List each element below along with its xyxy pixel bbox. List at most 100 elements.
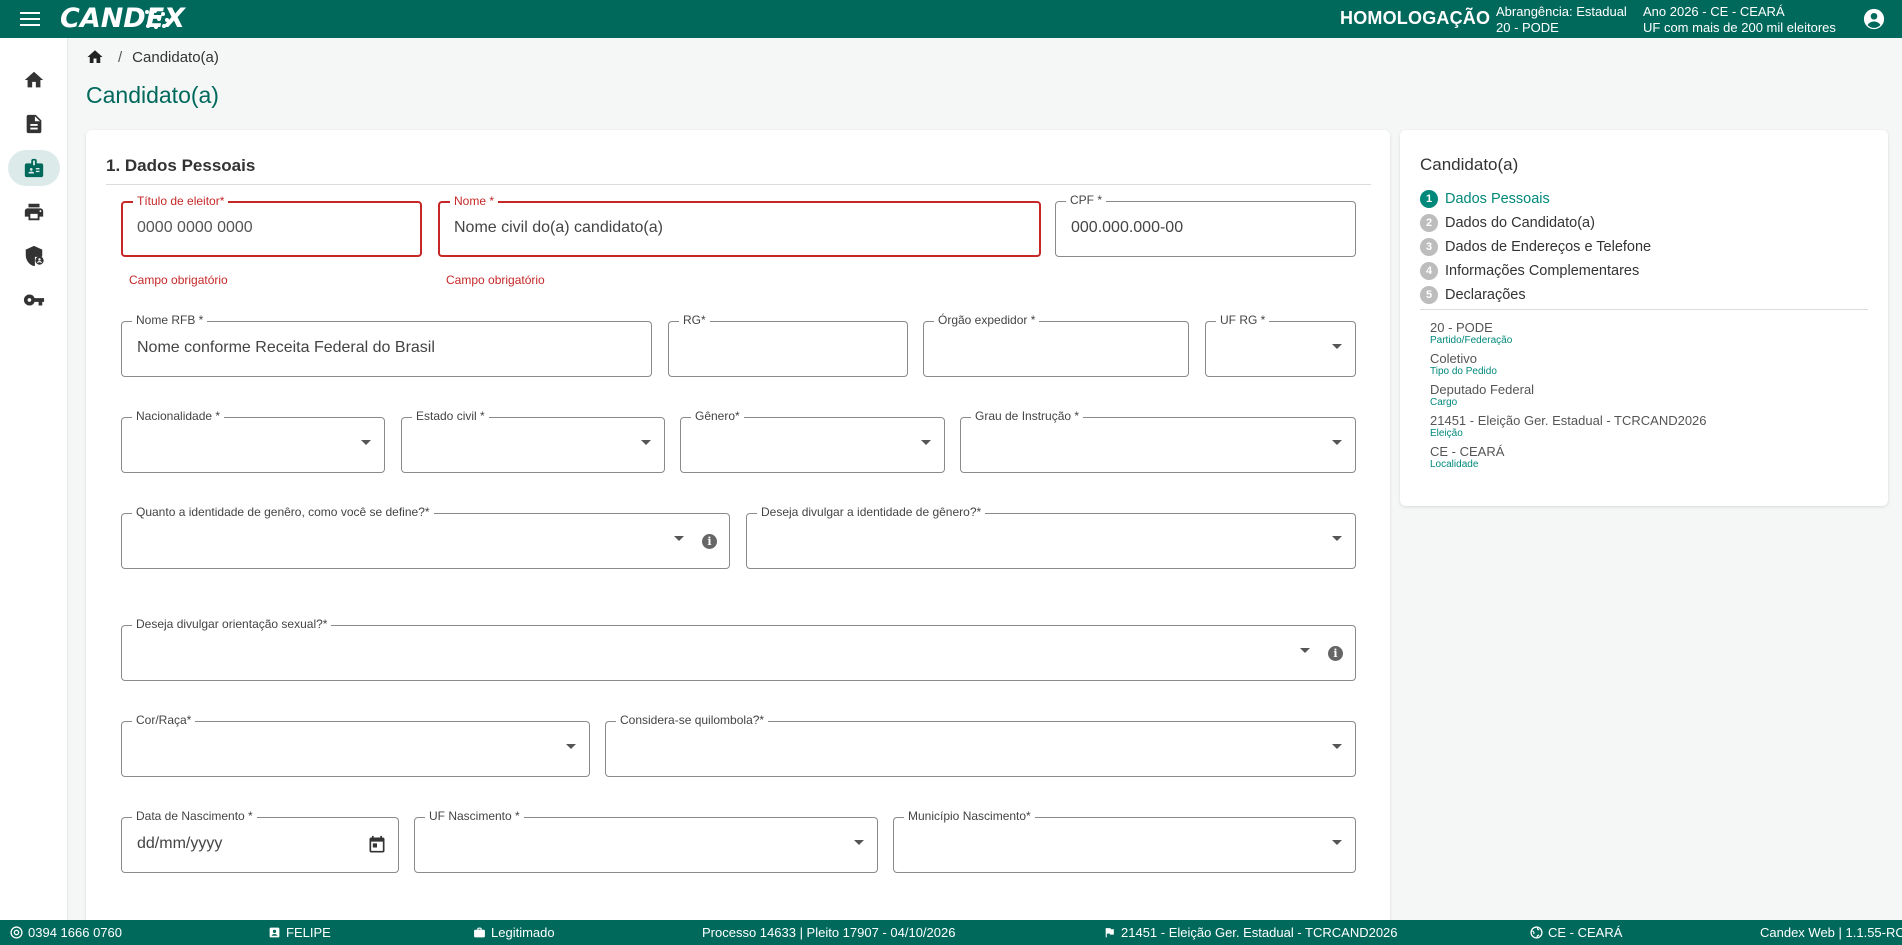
chevron-down-icon <box>566 744 576 749</box>
step-number: 4 <box>1420 262 1438 280</box>
nav-access[interactable] <box>8 282 60 318</box>
uf-nascimento-select[interactable]: UF Nascimento * <box>414 809 878 873</box>
step-dados-candidato[interactable]: 2 Dados do Candidato(a) <box>1420 212 1595 234</box>
abrangencia-line1: Abrangência: Estadual <box>1496 4 1627 19</box>
section-divider <box>106 184 1371 185</box>
info-value: 20 - PODE <box>1430 320 1493 335</box>
estado-civil-select[interactable]: Estado civil * <box>401 409 665 473</box>
uf-rg-select[interactable]: UF RG * <box>1205 313 1356 377</box>
chevron-down-icon <box>1332 440 1342 445</box>
breadcrumb-home-icon[interactable] <box>86 48 104 66</box>
top-bar: CANDEX HOMOLOGAÇÃO Abrangência: Estadual… <box>0 0 1902 38</box>
cpf-input[interactable]: CPF * 000.000.000-00 <box>1055 193 1356 257</box>
nome-label: Nome * <box>450 194 499 208</box>
ano-line2: UF com mais de 200 mil eleitores <box>1643 20 1836 35</box>
key-icon <box>23 294 45 306</box>
rg-input[interactable]: RG* <box>668 313 908 377</box>
nacionalidade-label: Nacionalidade * <box>132 409 225 423</box>
divulgar-orientacao-select[interactable]: Deseja divulgar orientação sexual?* i <box>121 617 1356 681</box>
chevron-down-icon <box>361 440 371 445</box>
nome-input[interactable]: Nome * Nome civil do(a) candidato(a) <box>438 194 1041 257</box>
info-key: Localidade <box>1430 459 1479 470</box>
data-nascimento-input[interactable]: Data de Nascimento * dd/mm/yyyy <box>121 809 399 873</box>
status-footer: 0394 1666 0760 FELIPE Legitimado Process… <box>0 920 1902 945</box>
breadcrumb: / Candidato(a) <box>86 48 219 66</box>
briefcase-icon <box>474 927 485 938</box>
rg-label: RG* <box>679 313 710 327</box>
municipio-nascimento-select[interactable]: Município Nascimento* <box>893 809 1356 873</box>
step-label: Dados do Candidato(a) <box>1445 215 1595 231</box>
nav-candidate[interactable] <box>8 150 60 186</box>
user-badge-icon <box>269 927 280 938</box>
orgao-expedidor-label: Órgão expedidor * <box>934 313 1040 327</box>
support-icon <box>10 926 23 939</box>
shield-user-icon <box>25 245 44 267</box>
step-label: Informações Complementares <box>1445 263 1640 279</box>
nav-security[interactable] <box>8 238 60 274</box>
municipio-nascimento-label: Município Nascimento* <box>904 809 1035 823</box>
account-circle-icon[interactable] <box>1863 8 1885 30</box>
grau-instrucao-select[interactable]: Grau de Instrução * <box>960 409 1356 473</box>
chevron-down-icon <box>1332 744 1342 749</box>
nav-documents[interactable] <box>8 106 60 142</box>
footer-version-text: Candex Web | 1.1.55-RC <box>1760 925 1902 940</box>
footer-user: FELIPE <box>268 925 331 940</box>
uf-rg-label: UF RG * <box>1216 313 1270 327</box>
chevron-down-icon <box>641 440 651 445</box>
orgao-expedidor-input[interactable]: Órgão expedidor * <box>923 313 1189 377</box>
ano-line1: Ano 2026 - CE - CEARÁ <box>1643 4 1785 19</box>
footer-eleicao: 21451 - Eleição Ger. Estadual - TCRCAND2… <box>1103 925 1398 940</box>
step-dados-pessoais[interactable]: 1 Dados Pessoais <box>1420 188 1550 210</box>
info-partido: 20 - PODE Partido/Federação <box>1430 320 1512 346</box>
step-declaracoes[interactable]: 5 Declarações <box>1420 284 1526 306</box>
nome-rfb-label: Nome RFB * <box>132 313 208 327</box>
info-icon[interactable]: i <box>702 534 717 549</box>
step-label: Declarações <box>1445 287 1526 303</box>
titulo-eleitor-label: Título de eleitor* <box>133 194 229 208</box>
personal-data-form-card: 1. Dados Pessoais Título de eleitor* 000… <box>86 130 1390 930</box>
titulo-eleitor-input[interactable]: Título de eleitor* 0000 0000 0000 <box>121 194 422 257</box>
step-label: Dados de Endereços e Telefone <box>1445 239 1652 255</box>
globe-icon <box>1530 926 1543 939</box>
nav-print[interactable] <box>8 194 60 230</box>
footer-user-text: FELIPE <box>286 925 331 940</box>
candidate-badge-icon <box>24 158 44 178</box>
nome-placeholder: Nome civil do(a) candidato(a) <box>454 219 663 236</box>
info-eleicao: 21451 - Eleição Ger. Estadual - TCRCAND2… <box>1430 413 1707 439</box>
chevron-down-icon <box>921 440 931 445</box>
titulo-eleitor-error: Campo obrigatório <box>129 273 228 287</box>
nav-home[interactable] <box>8 62 60 98</box>
calendar-icon[interactable] <box>367 835 387 855</box>
cpf-label: CPF * <box>1066 193 1107 207</box>
breadcrumb-current: Candidato(a) <box>132 48 219 66</box>
step-number: 5 <box>1420 286 1438 304</box>
chevron-down-icon <box>674 536 684 541</box>
divulgar-identidade-label: Deseja divulgar a identidade de gênero?* <box>757 505 986 519</box>
step-enderecos-telefone[interactable]: 3 Dados de Endereços e Telefone <box>1420 236 1651 258</box>
home-icon <box>24 71 44 88</box>
step-number: 2 <box>1420 214 1438 232</box>
printer-icon <box>24 203 44 221</box>
step-informacoes-complementares[interactable]: 4 Informações Complementares <box>1420 260 1639 282</box>
environment-label: HOMOLOGAÇÃO <box>1340 8 1491 28</box>
cor-raca-select[interactable]: Cor/Raça* <box>121 713 590 777</box>
footer-localidade: CE - CEARÁ <box>1530 925 1622 940</box>
nacionalidade-select[interactable]: Nacionalidade * <box>121 409 385 473</box>
quilombola-select[interactable]: Considera-se quilombola?* <box>605 713 1356 777</box>
flag-icon <box>1105 928 1114 938</box>
estado-civil-label: Estado civil * <box>412 409 489 423</box>
divulgar-identidade-select[interactable]: Deseja divulgar a identidade de gênero?* <box>746 505 1356 569</box>
identidade-genero-select[interactable]: Quanto a identidade de genêro, como você… <box>121 505 730 569</box>
chevron-down-icon <box>1332 840 1342 845</box>
footer-processo: Processo 14633 | Pleito 17907 - 04/10/20… <box>702 925 955 940</box>
genero-select[interactable]: Gênero* <box>680 409 945 473</box>
info-icon[interactable]: i <box>1328 646 1343 661</box>
nome-rfb-input[interactable]: Nome RFB * Nome conforme Receita Federal… <box>121 313 652 377</box>
section-title: 1. Dados Pessoais <box>106 156 256 175</box>
uf-nascimento-label: UF Nascimento * <box>425 809 524 823</box>
footer-phone: 0394 1666 0760 <box>10 925 122 940</box>
menu-icon[interactable] <box>18 8 42 30</box>
footer-eleicao-text: 21451 - Eleição Ger. Estadual - TCRCAND2… <box>1121 925 1398 940</box>
nome-rfb-placeholder: Nome conforme Receita Federal do Brasil <box>137 339 435 356</box>
info-cargo: Deputado Federal Cargo <box>1430 382 1534 408</box>
